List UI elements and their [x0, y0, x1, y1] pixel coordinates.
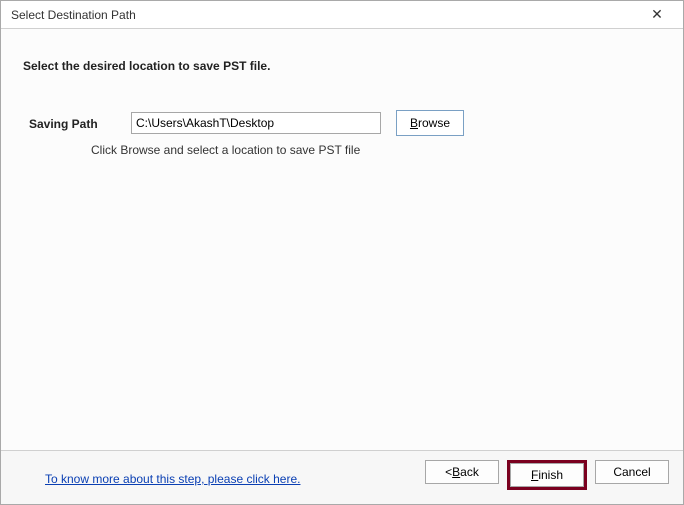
- dialog-footer: To know more about this step, please cli…: [1, 450, 683, 504]
- finish-mnemonic: F: [531, 468, 538, 482]
- cancel-button[interactable]: Cancel: [595, 460, 669, 484]
- saving-path-input[interactable]: [131, 112, 381, 134]
- hint-text: Click Browse and select a location to sa…: [91, 143, 360, 157]
- browse-mnemonic: B: [410, 116, 418, 130]
- browse-button[interactable]: Browse: [396, 110, 464, 136]
- title-bar: Select Destination Path ✕: [1, 1, 683, 29]
- back-prefix: <: [445, 465, 452, 479]
- window-title: Select Destination Path: [11, 8, 637, 22]
- browse-label-rest: rowse: [418, 116, 450, 130]
- finish-button[interactable]: Finish: [510, 463, 584, 487]
- close-button[interactable]: ✕: [637, 1, 677, 29]
- back-rest: ack: [460, 465, 479, 479]
- dialog-content: Select the desired location to save PST …: [1, 29, 683, 450]
- button-row: < Back Finish Cancel: [425, 460, 669, 490]
- finish-highlight: Finish: [507, 460, 587, 490]
- finish-rest: inish: [538, 468, 563, 482]
- back-mnemonic: B: [452, 465, 460, 479]
- help-link[interactable]: To know more about this step, please cli…: [45, 472, 300, 486]
- back-button[interactable]: < Back: [425, 460, 499, 484]
- instruction-text: Select the desired location to save PST …: [23, 59, 270, 73]
- saving-path-label: Saving Path: [29, 117, 98, 131]
